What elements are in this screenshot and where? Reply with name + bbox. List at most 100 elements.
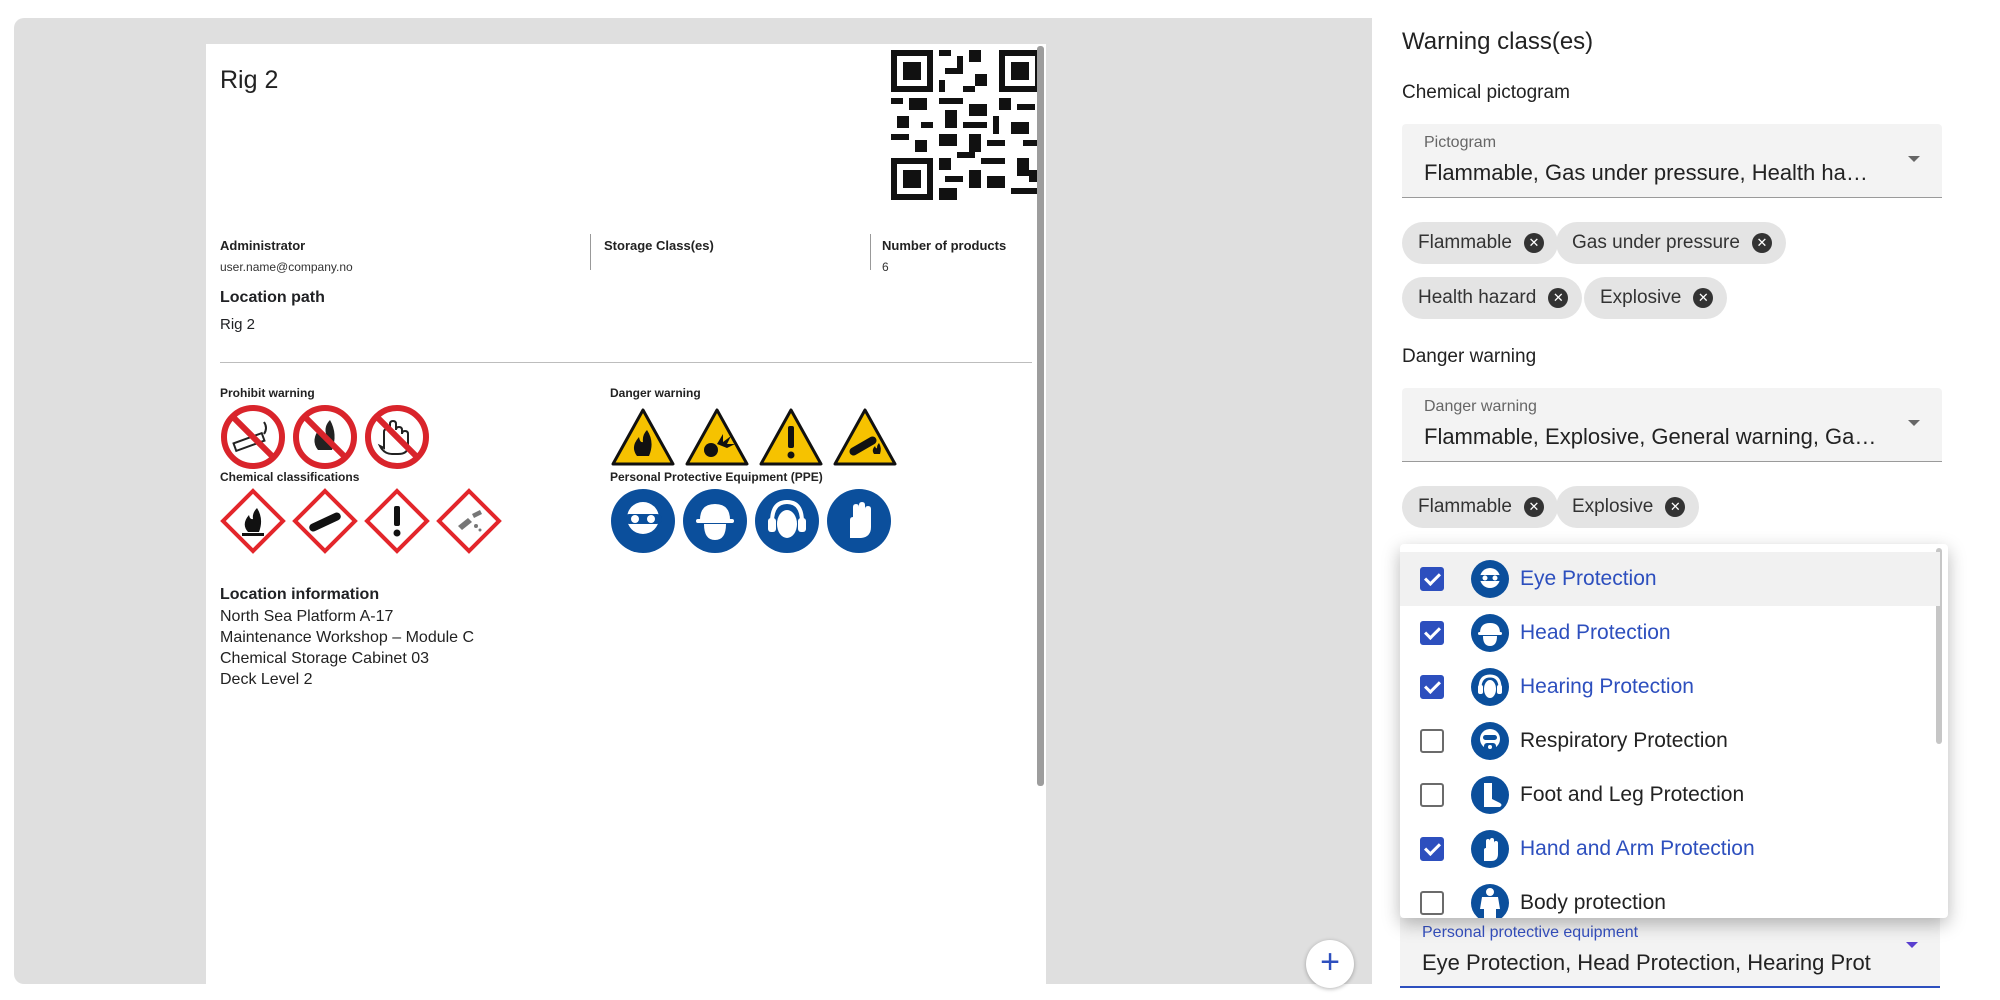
qr-code	[891, 50, 1041, 200]
chevron-down-icon[interactable]	[1908, 156, 1920, 162]
document-title: Rig 2	[220, 66, 279, 94]
prohibit-warning-label: Prohibit warning	[220, 386, 315, 400]
eye-protection-icon	[1471, 560, 1509, 598]
chemical-classifications-row	[220, 488, 502, 554]
ppe-select-value: Eye Protection, Head Protection, Hearing…	[1422, 950, 1871, 975]
ghs-corrosive-icon	[436, 488, 502, 554]
danger-warning-label: Danger warning	[610, 386, 701, 400]
head-protection-icon	[1471, 614, 1509, 652]
no-smoking-icon	[221, 405, 285, 469]
location-information-line: Chemical Storage Cabinet 03	[220, 650, 430, 667]
location-information-title: Location information	[220, 586, 380, 603]
location-path-label: Location path	[220, 289, 325, 306]
pictogram-chip[interactable]: Flammable ✕	[1402, 222, 1558, 264]
divider	[590, 234, 591, 270]
respiratory-protection-icon	[1471, 722, 1509, 760]
close-icon[interactable]: ✕	[1523, 497, 1544, 517]
option-label: Body protection	[1520, 891, 1666, 914]
danger-warning-chip[interactable]: Explosive ✕	[1556, 486, 1700, 528]
flammable-warning-icon	[611, 408, 675, 466]
option-label: Head Protection	[1520, 621, 1671, 644]
body-protection-icon	[1471, 884, 1509, 918]
pictogram-select-value: Flammable, Gas under pressure, Health ha…	[1424, 160, 1868, 185]
eye-protection-icon	[611, 489, 675, 553]
ppe-row	[610, 488, 892, 554]
danger-warning-select-value: Flammable, Explosive, General warning, G…	[1424, 424, 1877, 449]
close-icon[interactable]: ✕	[1751, 233, 1772, 253]
prohibit-warning-row	[220, 404, 430, 470]
pictogram-chip[interactable]: Explosive ✕	[1584, 277, 1728, 319]
chip-label: Flammable	[1418, 496, 1512, 517]
foot-protection-icon	[1471, 776, 1509, 814]
close-icon[interactable]: ✕	[1523, 233, 1544, 253]
chevron-down-icon[interactable]	[1906, 942, 1918, 948]
storage-class-label: Storage Class(es)	[604, 238, 714, 253]
ghs-gas-cylinder-icon	[292, 488, 358, 554]
checkbox[interactable]	[1420, 729, 1444, 753]
gas-under-pressure-warning-icon	[833, 408, 897, 466]
location-path-value: Rig 2	[220, 316, 256, 333]
head-protection-icon	[683, 489, 747, 553]
pictogram-select-label: Pictogram	[1424, 134, 1497, 151]
general-warning-icon	[759, 408, 823, 466]
pictogram-select[interactable]: Pictogram Flammable, Gas under pressure,…	[1402, 124, 1942, 198]
pictogram-chip[interactable]: Gas under pressure ✕	[1556, 222, 1786, 264]
ppe-option-body-protection[interactable]: Body protection	[1400, 876, 1940, 918]
add-button[interactable]: +	[1306, 940, 1354, 988]
hearing-protection-icon	[1471, 668, 1509, 706]
close-icon[interactable]: ✕	[1693, 288, 1714, 308]
danger-warning-select-label: Danger warning	[1424, 398, 1537, 415]
location-information-line: Maintenance Workshop – Module C	[220, 629, 475, 646]
danger-warning-heading: Danger warning	[1402, 346, 1537, 367]
checkbox[interactable]	[1420, 675, 1444, 699]
ppe-option-eye-protection[interactable]: Eye Protection	[1400, 552, 1940, 606]
checkbox[interactable]	[1420, 837, 1444, 861]
option-label: Foot and Leg Protection	[1520, 783, 1745, 806]
hand-protection-icon	[1471, 830, 1509, 868]
checkbox[interactable]	[1420, 567, 1444, 591]
ppe-option-foot-leg-protection[interactable]: Foot and Leg Protection	[1400, 768, 1940, 822]
chip-label: Gas under pressure	[1572, 232, 1740, 253]
ppe-option-hearing-protection[interactable]: Hearing Protection	[1400, 660, 1940, 714]
ppe-section-label: Personal Protective Equipment (PPE)	[610, 470, 823, 484]
products-count-label: Number of products	[882, 238, 1007, 253]
hearing-protection-icon	[755, 489, 819, 553]
option-label: Eye Protection	[1520, 567, 1657, 590]
ppe-dropdown-menu[interactable]: Eye Protection Head Protection Hearing P…	[1400, 544, 1948, 918]
checkbox[interactable]	[1420, 783, 1444, 807]
checkbox[interactable]	[1420, 621, 1444, 645]
administrator-label: Administrator	[220, 238, 306, 253]
chip-label: Flammable	[1418, 232, 1512, 253]
close-icon[interactable]: ✕	[1548, 288, 1569, 308]
checkbox[interactable]	[1420, 891, 1444, 915]
location-information-line: Deck Level 2	[220, 671, 313, 688]
label-preview-document: Rig 2 Administrator user.name@company.no…	[206, 44, 1046, 1000]
location-information-line: North Sea Platform A-17	[220, 608, 394, 625]
option-label: Hand and Arm Protection	[1520, 837, 1755, 860]
ppe-select-label: Personal protective equipment	[1422, 924, 1639, 941]
ghs-exclamation-icon	[364, 488, 430, 554]
ppe-option-respiratory-protection[interactable]: Respiratory Protection	[1400, 714, 1940, 768]
divider	[870, 234, 871, 270]
products-count-value: 6	[882, 260, 889, 274]
chip-label: Explosive	[1572, 496, 1654, 517]
ppe-select[interactable]: Personal protective equipment Eye Protec…	[1400, 918, 1940, 988]
option-label: Respiratory Protection	[1520, 729, 1728, 752]
pictogram-chip[interactable]: Health hazard ✕	[1402, 277, 1583, 319]
warning-classes-heading: Warning class(es)	[1402, 28, 1594, 55]
chevron-down-icon[interactable]	[1908, 420, 1920, 426]
explosive-warning-icon	[685, 408, 749, 466]
chemical-pictogram-heading: Chemical pictogram	[1402, 82, 1570, 103]
preview-scrollbar[interactable]	[1037, 46, 1044, 786]
danger-warning-select[interactable]: Danger warning Flammable, Explosive, Gen…	[1402, 388, 1942, 462]
no-open-flame-icon	[293, 405, 357, 469]
ppe-option-head-protection[interactable]: Head Protection	[1400, 606, 1940, 660]
section-divider	[220, 362, 1032, 363]
chemical-classifications-label: Chemical classifications	[220, 470, 360, 484]
no-touching-icon	[365, 405, 429, 469]
ghs-flammable-icon	[220, 488, 286, 554]
close-icon[interactable]: ✕	[1665, 497, 1686, 517]
danger-warning-chip[interactable]: Flammable ✕	[1402, 486, 1558, 528]
ppe-option-hand-arm-protection[interactable]: Hand and Arm Protection	[1400, 822, 1940, 876]
administrator-value: user.name@company.no	[220, 260, 353, 274]
